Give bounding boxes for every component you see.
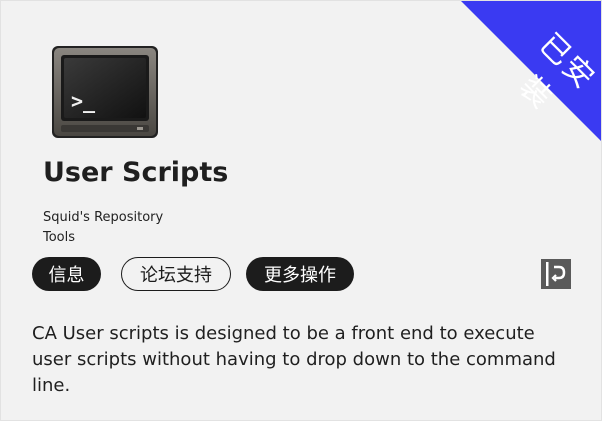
app-card: 已安装 >_ User Scripts Squid's Repository T… — [0, 0, 602, 421]
forum-support-button[interactable]: 论坛支持 — [121, 257, 231, 291]
support-link-icon[interactable] — [541, 259, 571, 289]
svg-text:>_: >_ — [71, 89, 96, 113]
app-title: User Scripts — [43, 157, 229, 188]
info-button[interactable]: 信息 — [32, 257, 101, 291]
terminal-monitor-icon: >_ — [52, 46, 158, 138]
more-actions-button[interactable]: 更多操作 — [246, 257, 354, 291]
app-category: Tools — [43, 230, 76, 245]
installed-ribbon: 已安装 — [461, 1, 601, 141]
app-description: CA User scripts is designed to be a fron… — [32, 323, 556, 396]
app-author: Squid's Repository — [43, 210, 164, 225]
